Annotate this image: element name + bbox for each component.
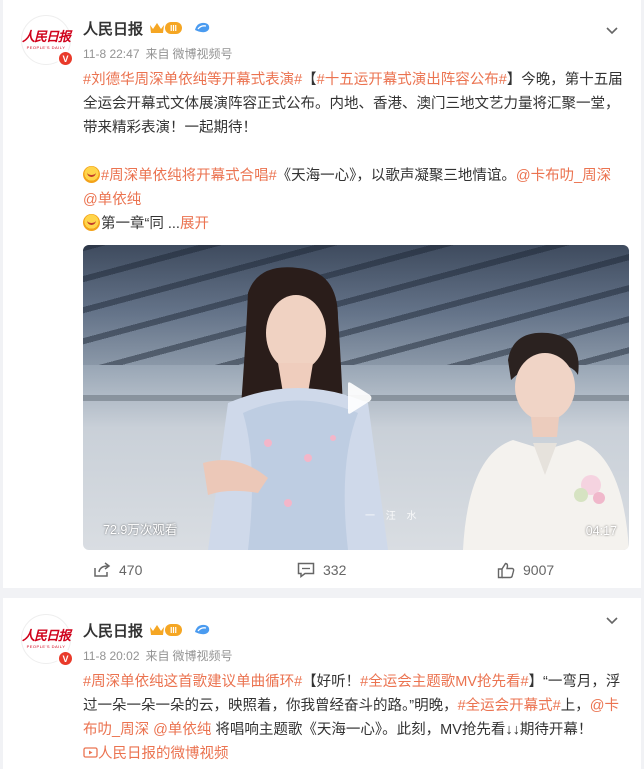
play-icon[interactable] <box>338 380 374 416</box>
post-body: 《天海一心》，以歌声凝聚三地情谊。 <box>276 168 516 184</box>
mention-link[interactable]: @单依纯 <box>153 722 211 738</box>
chevron-down-icon[interactable] <box>605 616 619 626</box>
vip-crown-icon[interactable]: III <box>149 622 183 638</box>
hashtag-link[interactable]: #十五运开幕式演出阵容公布# <box>317 72 507 88</box>
video-account-icon <box>195 624 210 635</box>
cheer-emoji-icon <box>83 166 100 183</box>
post-meta: 11-8 22:47 来自 微博视频号 <box>83 45 239 62</box>
video-views: 72.9万次观看 <box>103 523 178 537</box>
post-time[interactable]: 11-8 22:47 <box>83 47 140 61</box>
post-body: 将唱响主题歌《天海一心》。此刻，MV抢先看↓↓期待开幕！ <box>211 722 593 738</box>
repost-button[interactable]: 470 <box>93 560 142 580</box>
post-source[interactable]: 微博视频号 <box>173 47 233 61</box>
chevron-down-icon[interactable] <box>605 26 619 36</box>
post-text-line3: 第一章“同 ...展开 <box>83 212 629 236</box>
bracket: 】 <box>506 72 522 88</box>
comment-button[interactable]: 332 <box>297 560 346 580</box>
source-prefix: 来自 <box>145 47 170 61</box>
source-prefix: 来自 <box>145 649 170 663</box>
bracket: 【 <box>302 72 317 88</box>
avatar-logo: 人民日报 <box>22 628 71 644</box>
avatar-logo-sub: PEOPLE'S DAILY <box>26 643 66 649</box>
post-meta: 11-8 20:02 来自 微博视频号 <box>83 647 239 664</box>
like-count: 9007 <box>523 562 555 578</box>
repost-icon <box>94 562 111 577</box>
post-text: #周深单依纯这首歌建议单曲循环#【好听！#全运会主题歌MV抢先看#】“一弯月，浮… <box>83 670 629 766</box>
video-link-label: 人民日报的微博视频 <box>98 746 229 762</box>
author-name[interactable]: 人民日报 <box>83 620 143 641</box>
hashtag-link[interactable]: #刘德华周深单依纯等开幕式表演# <box>83 72 302 88</box>
weibo-post: 人民日报 PEOPLE'S DAILY V 人民日报 III 11-8 20:0… <box>3 598 641 769</box>
post-body: 上， <box>560 698 590 714</box>
post-text: #刘德华周深单依纯等开幕式表演#【#十五运开幕式演出阵容公布#】今晚，第十五届全… <box>83 68 629 140</box>
video-link[interactable]: 人民日报的微博视频 <box>83 746 229 762</box>
verified-badge: V <box>57 650 74 667</box>
post-text-line2: #周深单依纯将开幕式合唱#《天海一心》，以歌声凝聚三地情谊。@卡布叻_周深 @单… <box>83 164 629 212</box>
post-source[interactable]: 微博视频号 <box>173 649 233 663</box>
avatar-logo: 人民日报 <box>22 29 71 45</box>
mention-link[interactable]: @单依纯 <box>83 192 141 208</box>
expand-link[interactable]: 展开 <box>180 216 209 232</box>
hashtag-link[interactable]: #全运会主题歌MV抢先看# <box>360 674 528 690</box>
level-badge: III <box>165 624 182 636</box>
repost-count: 470 <box>119 562 143 578</box>
video-player[interactable]: 一 汪 水 72.9万次观看 04:17 <box>83 245 629 550</box>
video-frame-singer <box>463 332 629 550</box>
avatar-logo-sub: PEOPLE'S DAILY <box>26 44 66 50</box>
hashtag-link[interactable]: #周深单依纯这首歌建议单曲循环# <box>83 674 302 690</box>
verified-badge: V <box>57 50 74 67</box>
video-account-icon <box>195 22 210 33</box>
like-button[interactable]: 9007 <box>497 560 554 580</box>
weibo-post: 人民日报 PEOPLE'S DAILY V 人民日报 III 11-8 22:4… <box>3 0 641 588</box>
level-badge: III <box>165 22 182 34</box>
like-icon <box>497 562 515 578</box>
hashtag-link[interactable]: #全运会开幕式# <box>458 698 561 714</box>
video-link-icon <box>83 747 98 758</box>
comment-icon <box>297 562 315 578</box>
post-body: 第一章“同 ... <box>101 216 180 232</box>
mention-link[interactable]: @卡布叻_周深 <box>516 168 611 184</box>
post-body: 【好听！ <box>302 674 361 690</box>
hashtag-link[interactable]: #周深单依纯将开幕式合唱# <box>101 168 277 184</box>
cheer-emoji-icon <box>83 214 100 231</box>
vip-crown-icon[interactable]: III <box>149 20 183 36</box>
video-subtitle: 一 汪 水 <box>365 511 421 522</box>
post-time[interactable]: 11-8 20:02 <box>83 649 140 663</box>
video-duration: 04:17 <box>585 524 617 538</box>
author-name[interactable]: 人民日报 <box>83 18 143 39</box>
comment-count: 332 <box>323 562 347 578</box>
